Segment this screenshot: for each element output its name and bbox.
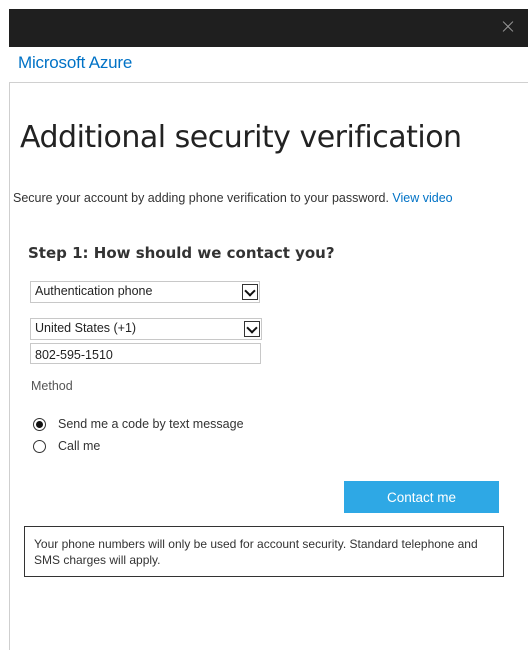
notice-text: Your phone numbers will only be used for… xyxy=(34,537,478,567)
step-title: Step 1: How should we contact you? xyxy=(28,244,335,262)
intro-description: Secure your account by adding phone veri… xyxy=(13,191,389,205)
radio-button-checked[interactable] xyxy=(33,417,46,431)
contact-me-button[interactable]: Contact me xyxy=(344,481,499,513)
contact-method-value: Authentication phone xyxy=(35,284,153,298)
radio-call-me[interactable]: Call me xyxy=(33,437,100,455)
left-border xyxy=(9,83,10,650)
chevron-down-icon[interactable] xyxy=(242,284,258,300)
intro-text: Secure your account by adding phone veri… xyxy=(13,191,523,205)
method-label: Method xyxy=(31,379,73,393)
brand-header: Microsoft Azure xyxy=(9,47,528,83)
view-video-link[interactable]: View video xyxy=(392,191,452,205)
window-titlebar xyxy=(9,9,528,47)
phone-number-input[interactable] xyxy=(30,343,261,364)
radio-text-message[interactable]: Send me a code by text message xyxy=(33,415,244,433)
radio-button-unchecked[interactable] xyxy=(33,439,46,453)
brand-logo-text: Microsoft Azure xyxy=(18,53,133,72)
country-value: United States (+1) xyxy=(35,321,137,335)
page-title: Additional security verification xyxy=(20,120,462,155)
close-icon[interactable] xyxy=(498,17,518,37)
notice-box: Your phone numbers will only be used for… xyxy=(24,526,504,577)
chevron-down-icon[interactable] xyxy=(244,321,260,337)
radio-text-message-label: Send me a code by text message xyxy=(58,417,244,431)
contact-method-select[interactable]: Authentication phone xyxy=(30,281,260,303)
country-select[interactable]: United States (+1) xyxy=(30,318,262,340)
radio-call-me-label: Call me xyxy=(58,439,101,453)
